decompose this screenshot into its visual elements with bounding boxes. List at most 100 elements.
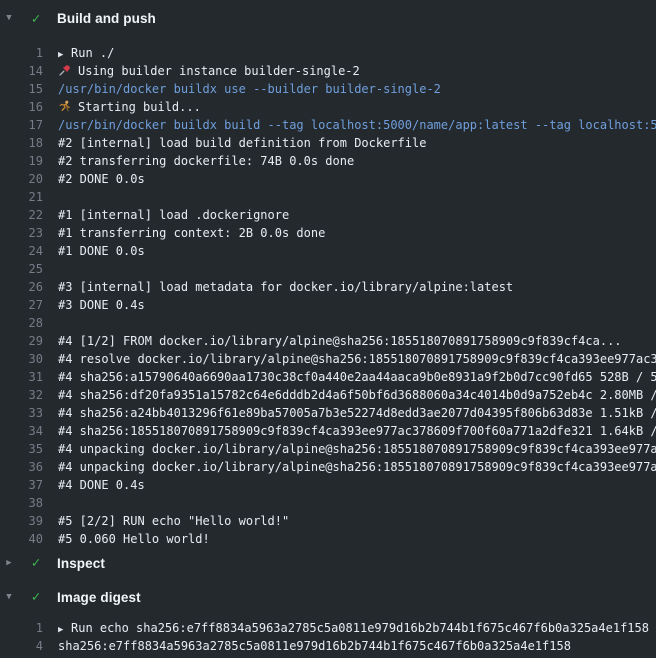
log-line-text	[58, 188, 656, 206]
log-line-number[interactable]: 30	[0, 350, 43, 368]
log-line-number[interactable]: 36	[0, 458, 43, 476]
log-line-text: Starting build...	[58, 98, 656, 116]
log-section-build-and-push: ▼ ✓ Build and push 1 ▶Run ./ 14 Using build…	[0, 0, 656, 548]
log-line-number[interactable]: 34	[0, 422, 43, 440]
chevron-down-icon[interactable]: ▼	[2, 14, 16, 23]
success-check-icon: ✓	[28, 590, 44, 604]
log-line-number[interactable]: 23	[0, 224, 43, 242]
log-line-text: #5 0.060 Hello world!	[58, 530, 656, 548]
log-line-text: Using builder instance builder-single-2	[58, 62, 656, 80]
log-line-number[interactable]: 28	[0, 314, 43, 332]
log-line: 23 #1 transferring context: 2B 0.0s done	[0, 224, 656, 242]
log-line-number[interactable]: 24	[0, 242, 43, 260]
log-line-number[interactable]: 26	[0, 278, 43, 296]
log-line: 1 ▶Run ./	[0, 44, 656, 62]
log-line: 14 Using builder instance builder-single-…	[0, 62, 656, 80]
log-line: 24 #1 DONE 0.0s	[0, 242, 656, 260]
log-line: 28	[0, 314, 656, 332]
log-line: 1 ▶Run echo sha256:e7ff8834a5963a2785c5a0…	[0, 619, 656, 637]
log-lines-build-and-push: 1 ▶Run ./ 14 Using builder instance builder…	[0, 44, 656, 548]
section-header-build-and-push[interactable]: ▼ ✓ Build and push	[0, 0, 656, 37]
log-line-number[interactable]: 20	[0, 170, 43, 188]
log-group-command[interactable]: ▶Run echo sha256:e7ff8834a5963a2785c5a08…	[58, 619, 656, 637]
log-line-text: #3 [internal] load metadata for docker.i…	[58, 278, 656, 296]
log-section-image-digest: ▼ ✓ Image digest 1 ▶Run echo sha256:e7ff8…	[0, 578, 656, 655]
log-line-text: /usr/bin/docker buildx use --builder bui…	[58, 80, 656, 98]
log-line: 39 #5 [2/2] RUN echo "Hello world!"	[0, 512, 656, 530]
log-line-number[interactable]: 18	[0, 134, 43, 152]
log-line: 29 #4 [1/2] FROM docker.io/library/alpine…	[0, 332, 656, 350]
log-line: 21	[0, 188, 656, 206]
log-line-text: #4 unpacking docker.io/library/alpine@sh…	[58, 440, 656, 458]
log-line-number[interactable]: 1	[0, 619, 43, 637]
section-title: Image digest	[57, 590, 141, 605]
log-line: 36 #4 unpacking docker.io/library/alpine@…	[0, 458, 656, 476]
log-line-text: #2 DONE 0.0s	[58, 170, 656, 188]
log-line-number[interactable]: 1	[0, 44, 43, 62]
section-header-inspect[interactable]: ▶ ✓ Inspect	[0, 548, 656, 578]
log-line-text: #2 transferring dockerfile: 74B 0.0s don…	[58, 152, 656, 170]
success-check-icon: ✓	[28, 556, 44, 570]
log-line-number[interactable]: 27	[0, 296, 43, 314]
log-line-number[interactable]: 29	[0, 332, 43, 350]
log-line-number[interactable]: 32	[0, 386, 43, 404]
log-line-text	[58, 314, 656, 332]
log-line: 37 #4 DONE 0.4s	[0, 476, 656, 494]
log-line-number[interactable]: 22	[0, 206, 43, 224]
log-line: 15/usr/bin/docker buildx use --builder b…	[0, 80, 656, 98]
log-line: 31#4 sha256:a15790640a6690aa1730c38cf0a4…	[0, 368, 656, 386]
log-line-text: #4 resolve docker.io/library/alpine@sha2…	[58, 350, 656, 368]
log-group-command[interactable]: ▶Run ./	[58, 44, 656, 62]
group-expander-icon[interactable]: ▶	[58, 46, 71, 62]
log-line: 22#1 [internal] load .dockerignore	[0, 206, 656, 224]
log-line-text: sha256:e7ff8834a5963a2785c5a0811e979d16b…	[58, 637, 656, 655]
log-line-text	[58, 260, 656, 278]
log-line-number[interactable]: 19	[0, 152, 43, 170]
group-expander-icon[interactable]: ▶	[58, 621, 71, 637]
log-line-number[interactable]: 31	[0, 368, 43, 386]
log-line-text: #4 DONE 0.4s	[58, 476, 656, 494]
log-line-text: #4 [1/2] FROM docker.io/library/alpine@s…	[58, 332, 656, 350]
section-header-image-digest[interactable]: ▼ ✓ Image digest	[0, 578, 656, 616]
log-section-inspect: ▶ ✓ Inspect	[0, 548, 656, 578]
log-line-number[interactable]: 21	[0, 188, 43, 206]
log-line-number[interactable]: 25	[0, 260, 43, 278]
log-line-number[interactable]: 17	[0, 116, 43, 134]
log-line-number[interactable]: 38	[0, 494, 43, 512]
log-line-text: #1 transferring context: 2B 0.0s done	[58, 224, 656, 242]
log-line-number[interactable]: 39	[0, 512, 43, 530]
log-line: 32#4 sha256:df20fa9351a15782c64e6dddb2d4…	[0, 386, 656, 404]
log-line: 38	[0, 494, 656, 512]
log-lines-image-digest: 1 ▶Run echo sha256:e7ff8834a5963a2785c5a0…	[0, 619, 656, 655]
section-title: Build and push	[57, 11, 156, 26]
log-line-text	[58, 494, 656, 512]
log-line-number[interactable]: 15	[0, 80, 43, 98]
log-line-number[interactable]: 40	[0, 530, 43, 548]
log-line-number[interactable]: 35	[0, 440, 43, 458]
log-line-text: #3 DONE 0.4s	[58, 296, 656, 314]
log-line: 18 #2 [internal] load build definition fr…	[0, 134, 656, 152]
runner-icon	[58, 100, 78, 113]
log-line-number[interactable]: 4	[0, 637, 43, 655]
log-line: 16 Starting build...	[0, 98, 656, 116]
log-line-number[interactable]: 14	[0, 62, 43, 80]
log-line-text: #5 [2/2] RUN echo "Hello world!"	[58, 512, 656, 530]
log-line-number[interactable]: 33	[0, 404, 43, 422]
pushpin-icon	[58, 64, 78, 77]
log-line: 19 #2 transferring dockerfile: 74B 0.0s d…	[0, 152, 656, 170]
chevron-right-icon[interactable]: ▶	[2, 559, 16, 568]
log-line-text: #2 [internal] load build definition from…	[58, 134, 656, 152]
log-line-number[interactable]: 16	[0, 98, 43, 116]
log-line-text: #4 unpacking docker.io/library/alpine@sh…	[58, 458, 656, 476]
log-line: 20 #2 DONE 0.0s	[0, 170, 656, 188]
log-line: 35 #4 unpacking docker.io/library/alpine@…	[0, 440, 656, 458]
log-line-number[interactable]: 37	[0, 476, 43, 494]
log-line-text: #1 DONE 0.0s	[58, 242, 656, 260]
log-line: 25	[0, 260, 656, 278]
log-line: 27 #3 DONE 0.4s	[0, 296, 656, 314]
success-check-icon: ✓	[28, 12, 44, 26]
chevron-down-icon[interactable]: ▼	[2, 593, 16, 602]
log-line: 30 #4 resolve docker.io/library/alpine@sh…	[0, 350, 656, 368]
log-line: 4 sha256:e7ff8834a5963a2785c5a0811e979d16…	[0, 637, 656, 655]
log-line-text: #4 sha256:185518070891758909c9f839cf4ca3…	[58, 422, 656, 440]
